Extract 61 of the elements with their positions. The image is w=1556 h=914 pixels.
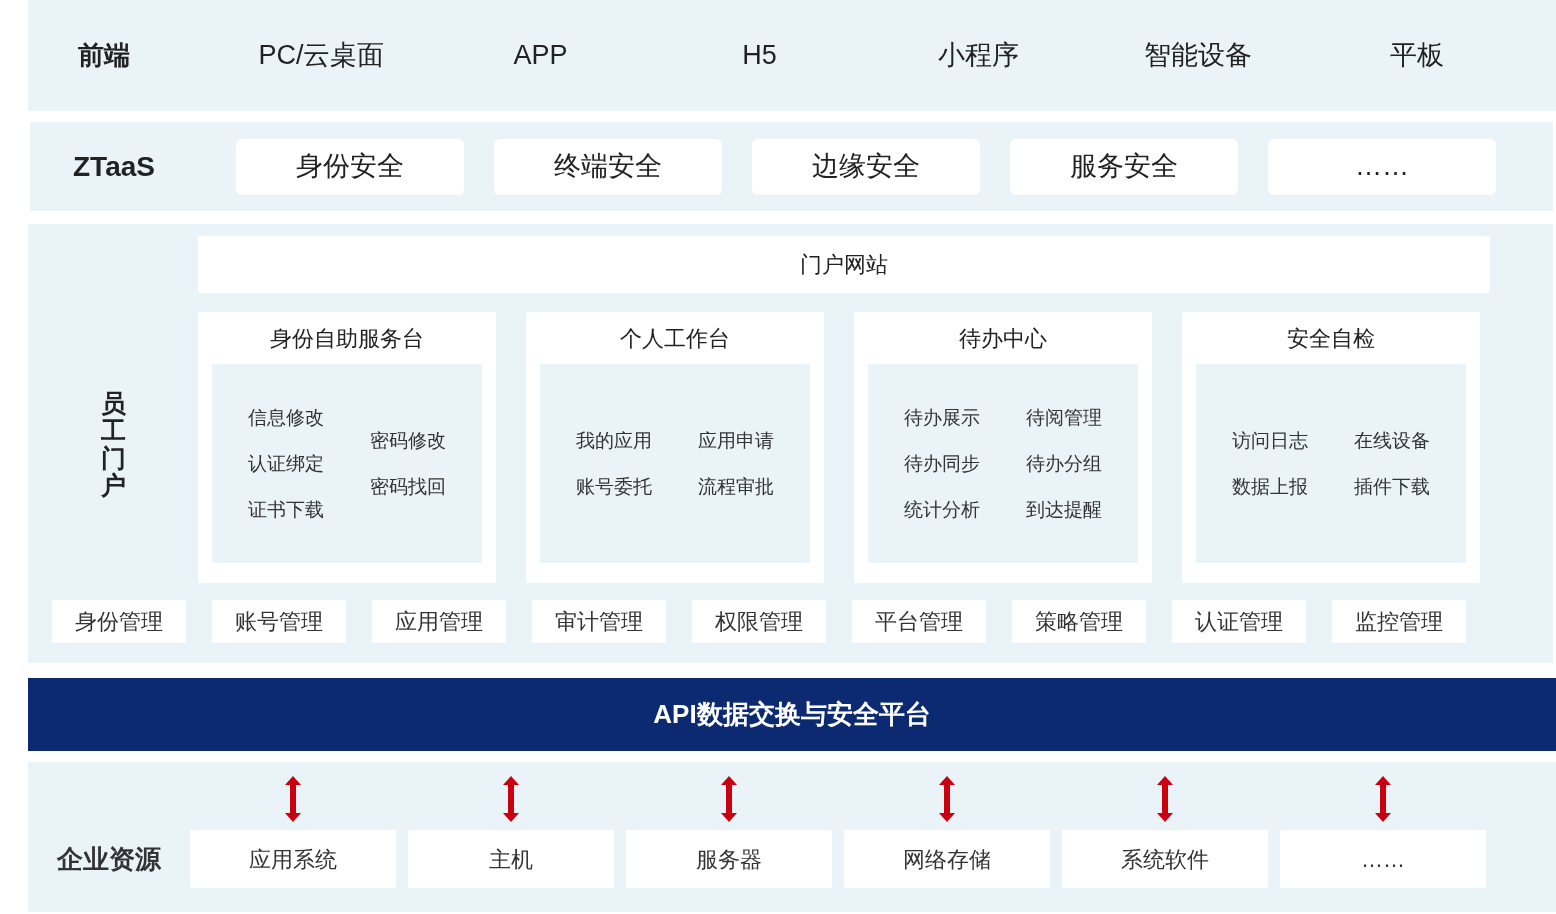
- card-title: 安全自检: [1286, 324, 1376, 353]
- feature-label: 统计分析: [904, 497, 980, 522]
- management-module: 应用管理: [372, 600, 506, 643]
- feature-label: 数据上报: [1232, 474, 1308, 499]
- feature-label: 访问日志: [1232, 428, 1308, 453]
- resource-module: 网络存储: [844, 830, 1050, 888]
- feature-label: 密码修改: [370, 428, 446, 453]
- security-module: ……: [1268, 138, 1496, 195]
- feature-label: 待办分组: [1026, 451, 1102, 476]
- double-arrow-icon: [938, 776, 956, 822]
- management-module: 权限管理: [692, 600, 826, 643]
- security-module: 服务安全: [1010, 138, 1238, 195]
- management-module: 监控管理: [1332, 600, 1466, 643]
- layer-label: ZTaaS: [72, 149, 156, 184]
- feature-label: 我的应用: [576, 428, 652, 453]
- client-type-label: PC/云桌面: [257, 39, 386, 73]
- security-module: 边缘安全: [752, 138, 980, 195]
- feature-label: 插件下载: [1354, 474, 1430, 499]
- management-module: 审计管理: [532, 600, 666, 643]
- management-module: 认证管理: [1172, 600, 1306, 643]
- feature-label: 流程审批: [698, 474, 774, 499]
- client-type-label: 小程序: [937, 39, 1020, 73]
- card-title: 待办中心: [958, 324, 1048, 353]
- feature-label: 待办展示: [904, 405, 980, 430]
- management-module: 平台管理: [852, 600, 986, 643]
- feature-label: 应用申请: [698, 428, 774, 453]
- feature-label: 在线设备: [1354, 428, 1430, 453]
- resource-module: 主机: [408, 830, 614, 888]
- management-module: 身份管理: [52, 600, 186, 643]
- double-arrow-icon: [720, 776, 738, 822]
- layer-label: 员工门户: [100, 389, 126, 500]
- resource-module: 系统软件: [1062, 830, 1268, 888]
- double-arrow-icon: [284, 776, 302, 822]
- feature-label: 证书下载: [248, 497, 324, 522]
- client-type-label: 平板: [1388, 39, 1445, 73]
- management-module: 策略管理: [1012, 600, 1146, 643]
- security-module: 身份安全: [236, 138, 464, 195]
- feature-label: 账号委托: [576, 474, 652, 499]
- portal-site-bar: 门户网站: [198, 236, 1490, 293]
- client-type-label: H5: [741, 39, 778, 73]
- feature-label: 到达提醒: [1026, 497, 1102, 522]
- resource-module: 服务器: [626, 830, 832, 888]
- card-title: 个人工作台: [619, 324, 731, 353]
- resource-module: ……: [1280, 830, 1486, 888]
- resource-module: 应用系统: [190, 830, 396, 888]
- security-module: 终端安全: [494, 138, 722, 195]
- client-type-label: APP: [512, 39, 569, 73]
- feature-label: 认证绑定: [248, 451, 324, 476]
- feature-label: 密码找回: [370, 474, 446, 499]
- feature-label: 待阅管理: [1026, 405, 1102, 430]
- layer-label: 前端: [77, 39, 131, 72]
- double-arrow-icon: [502, 776, 520, 822]
- feature-label: 信息修改: [248, 405, 324, 430]
- client-type-label: 智能设备: [1142, 39, 1253, 73]
- api-platform-bar: API数据交换与安全平台: [28, 678, 1556, 751]
- management-module: 账号管理: [212, 600, 346, 643]
- feature-label: 待办同步: [904, 451, 980, 476]
- layer-label: 企业资源: [55, 842, 162, 876]
- double-arrow-icon: [1156, 776, 1174, 822]
- card-title: 身份自助服务台: [269, 324, 425, 353]
- double-arrow-icon: [1374, 776, 1392, 822]
